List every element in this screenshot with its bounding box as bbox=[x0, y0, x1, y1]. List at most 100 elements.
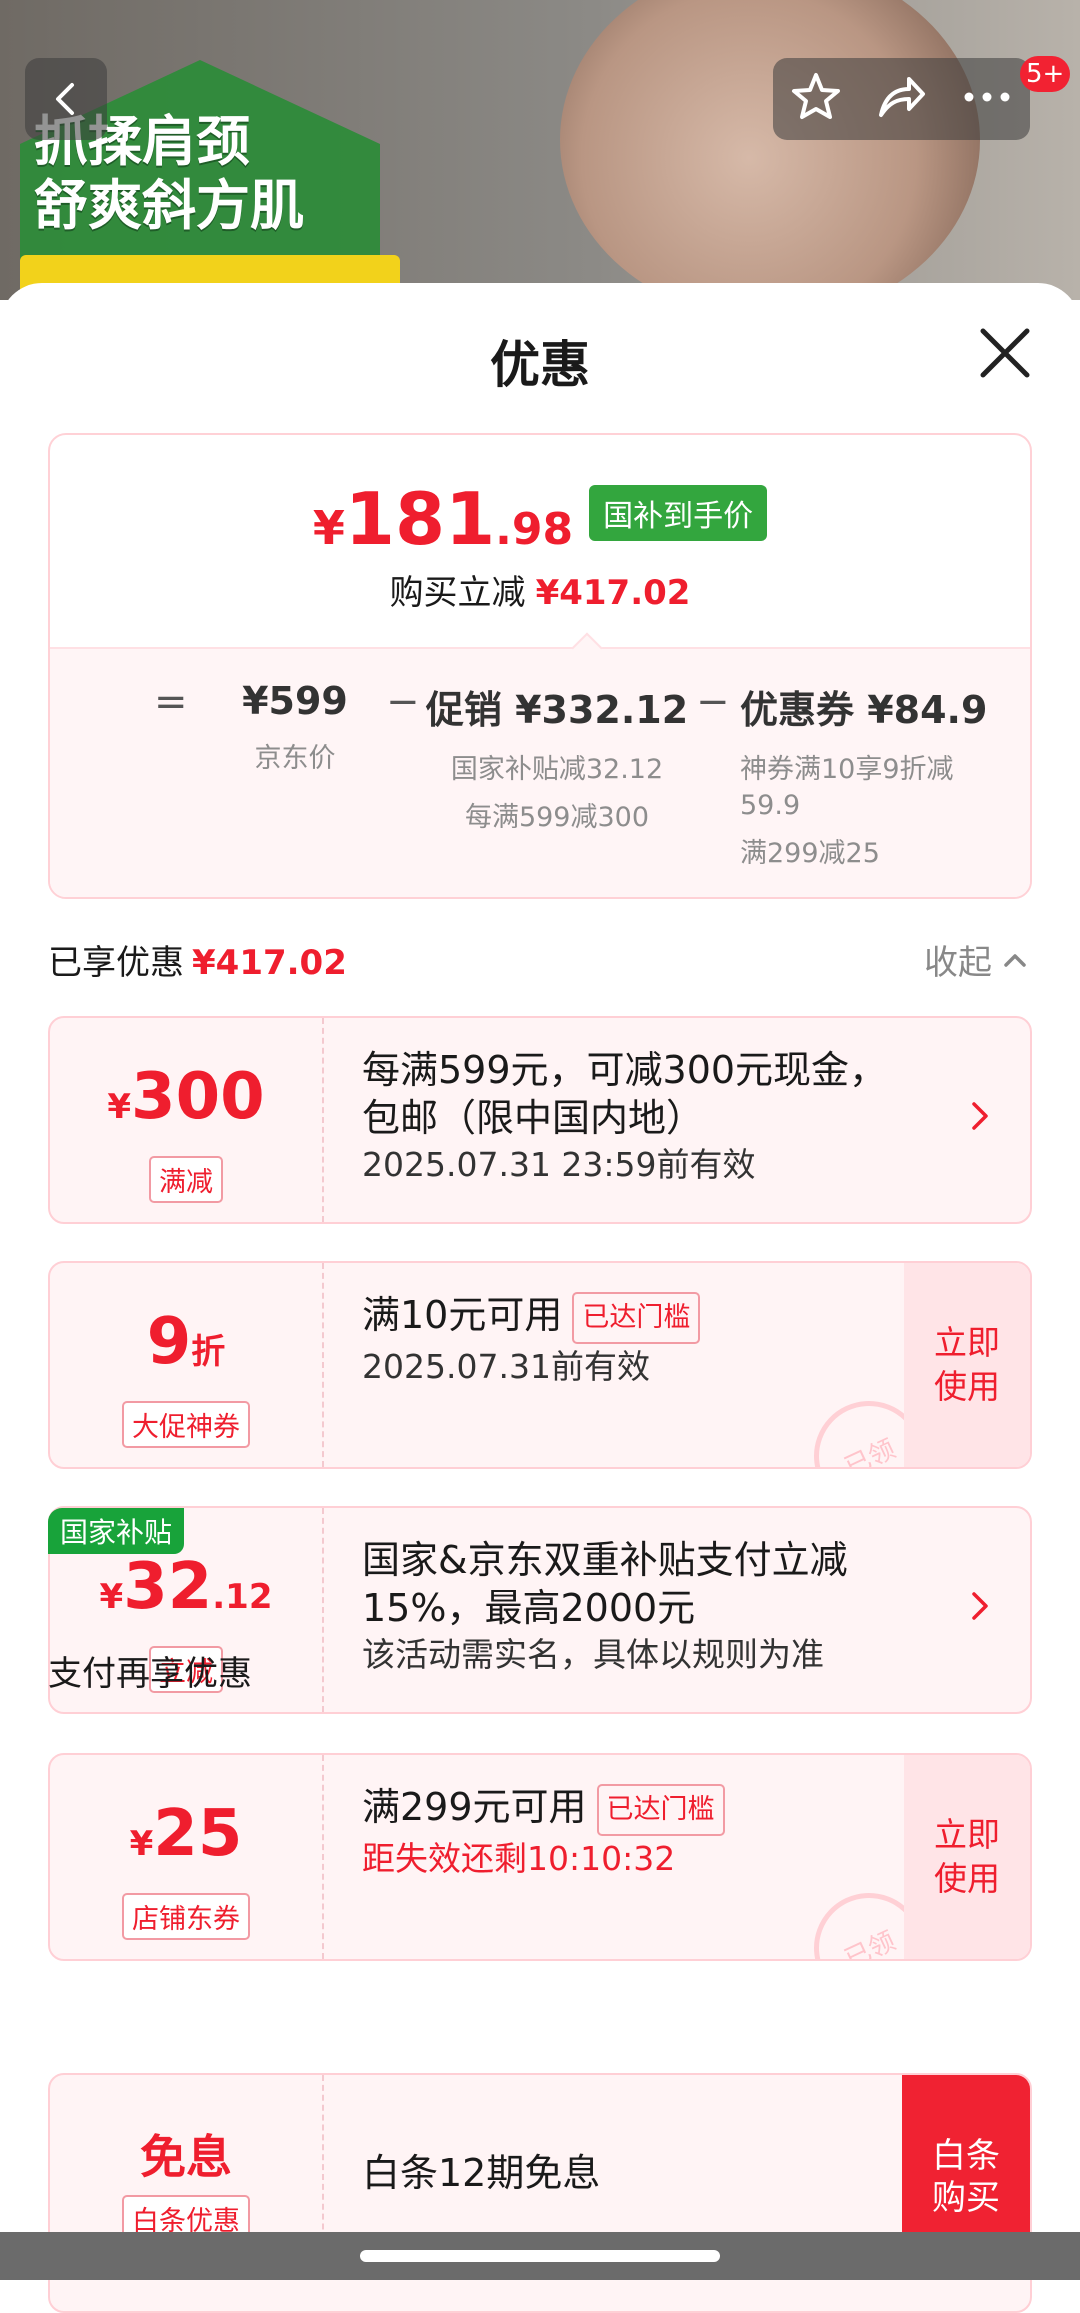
coupon-condition-text: 满10元可用 bbox=[362, 1293, 563, 1337]
home-indicator[interactable] bbox=[360, 2250, 720, 2262]
payment-offers-title: 支付再享优惠 bbox=[48, 1654, 252, 1694]
subsidy-price-tag: 国补到手价 bbox=[589, 485, 768, 541]
share-icon bbox=[879, 77, 926, 117]
total-savings-label: 购买立减 bbox=[389, 573, 526, 613]
more-dots-icon bbox=[964, 92, 1010, 102]
promo-sub-subsidy: 国家补贴减32.12 bbox=[450, 754, 664, 785]
coupon-amount: ¥32.12 bbox=[50, 1552, 322, 1638]
product-hero-image: 抓揉肩颈 舒爽斜方肌 bbox=[0, 0, 1080, 300]
coupon-amount: 优惠券 ¥84.9 bbox=[740, 688, 988, 732]
coupon-condition: 满10元可用 已达门槛 bbox=[362, 1291, 922, 1344]
enjoyed-amount: ¥417.02 bbox=[192, 943, 347, 983]
coupon-validity: 2025.07.31 23:59前有效 bbox=[362, 1145, 756, 1184]
promo-column: 促销 ¥332.12 国家补贴减32.12 每满599减300 bbox=[422, 679, 692, 836]
coupon-type-tag: 满减 bbox=[149, 1156, 223, 1203]
jd-price-column: ¥599 京东价 bbox=[200, 679, 390, 777]
final-price-currency: ¥ bbox=[312, 501, 345, 555]
baitiao-buy-label: 白条购买 bbox=[932, 2136, 1000, 2218]
coupon-description: 白条12期免息 bbox=[362, 2151, 601, 2195]
minus-sign-2: − bbox=[696, 679, 730, 725]
coupon-value: 25 bbox=[153, 1797, 243, 1871]
final-price: ¥181.98 bbox=[313, 477, 573, 561]
final-price-row: ¥181.98 国补到手价 bbox=[50, 477, 1030, 561]
coupon-value: 32 bbox=[123, 1550, 213, 1624]
discount-sheet: 优惠 ¥181.98 国补到手价 购买立减 ¥417.02 = ¥599 京东价 … bbox=[0, 283, 1080, 2313]
coupon-value: 9 bbox=[146, 1305, 192, 1379]
price-breakdown: = ¥599 京东价 − 促销 ¥332.12 国家补贴减32.12 每满599… bbox=[50, 647, 1030, 897]
coupon-divider bbox=[322, 1755, 324, 1959]
coupon-super-voucher: 9折 大促神券 满10元可用 已达门槛 2025.07.31前有效 已领 立即使用 bbox=[48, 1261, 1032, 1469]
coupon-value: 300 bbox=[131, 1060, 265, 1134]
promo-amount: 促销 ¥332.12 bbox=[425, 688, 689, 732]
use-now-label: 立即使用 bbox=[934, 1815, 1000, 1898]
threshold-met-tag: 已达门槛 bbox=[596, 1783, 725, 1836]
favorite-button[interactable] bbox=[788, 69, 844, 129]
coupon-description: 国家&京东双重补贴支付立减15%，最高2000元 bbox=[362, 1538, 848, 1630]
star-icon bbox=[791, 73, 840, 119]
equals-sign: = bbox=[154, 679, 188, 725]
total-savings-amount: ¥417.02 bbox=[535, 573, 691, 613]
use-now-label: 立即使用 bbox=[934, 1323, 1000, 1406]
coupon-currency: ¥ bbox=[107, 1087, 132, 1127]
coupon-currency: ¥ bbox=[129, 1824, 154, 1864]
jd-price-label: 京东价 bbox=[254, 743, 336, 774]
coupon-body: 国家&京东双重补贴支付立减15%，最高2000元 该活动需实名，具体以规则为准 bbox=[362, 1536, 922, 1678]
coupon-amount: 9折 bbox=[50, 1307, 322, 1393]
coupon-full-reduction[interactable]: ¥300 满减 每满599元，可减300元现金，包邮（限中国内地） 2025.0… bbox=[48, 1016, 1032, 1224]
coupon-value-area: ¥300 满减 bbox=[50, 1018, 322, 1222]
coupon-store: ¥25 店铺东券 满299元可用 已达门槛 距失效还剩10:10:32 已领 立即… bbox=[48, 1753, 1032, 1961]
close-button[interactable] bbox=[975, 323, 1035, 383]
coupon-amount: ¥300 bbox=[50, 1062, 322, 1148]
coupon-sub-super: 神券满10享9折减59.9 bbox=[740, 754, 954, 821]
coupon-sub-store: 满299减25 bbox=[740, 838, 880, 869]
coupon-note: 该活动需实名，具体以规则为准 bbox=[362, 1635, 824, 1674]
coupon-description: 每满599元，可减300元现金，包邮（限中国内地） bbox=[362, 1048, 888, 1140]
collapse-label: 收起 bbox=[924, 943, 992, 983]
coupon-type-tag: 店铺东券 bbox=[122, 1893, 250, 1940]
coupon-divider bbox=[322, 1508, 324, 1712]
coupon-divider bbox=[322, 1263, 324, 1467]
coupon-body: 白条12期免息 bbox=[362, 2149, 922, 2197]
coupon-validity: 2025.07.31前有效 bbox=[362, 1346, 650, 1386]
chevron-right-icon bbox=[972, 1592, 988, 1620]
coupon-type-tag: 大促神券 bbox=[122, 1401, 250, 1448]
use-now-button[interactable]: 立即使用 bbox=[904, 1263, 1030, 1467]
enjoyed-discounts-header: 已享优惠 ¥417.02 bbox=[48, 935, 347, 984]
coupon-unit: 折 bbox=[191, 1332, 226, 1372]
gov-subsidy-tag: 国家补贴 bbox=[48, 1508, 185, 1554]
coupon-body: 满10元可用 已达门槛 2025.07.31前有效 bbox=[362, 1291, 922, 1390]
chevron-up-icon bbox=[1004, 953, 1026, 967]
collapse-button[interactable]: 收起 bbox=[924, 935, 1032, 984]
coupon-amount: 免息 bbox=[140, 2130, 232, 2184]
minus-sign-1: − bbox=[386, 679, 420, 725]
back-button[interactable] bbox=[25, 58, 107, 140]
coupon-divider bbox=[322, 1018, 324, 1222]
coupon-value-area: ¥25 店铺东券 bbox=[50, 1755, 322, 1959]
message-count-badge: 5+ bbox=[1020, 56, 1071, 92]
hero-model-photo bbox=[560, 0, 980, 300]
promo-sub-full-reduction: 每满599减300 bbox=[464, 802, 650, 833]
enjoyed-label: 已享优惠 bbox=[48, 943, 184, 983]
jd-price: ¥599 bbox=[242, 679, 348, 723]
sheet-title: 优惠 bbox=[490, 336, 590, 394]
coupon-amount: ¥25 bbox=[50, 1799, 322, 1885]
coupon-countdown: 距失效还剩10:10:32 bbox=[362, 1838, 676, 1878]
top-action-bar bbox=[773, 58, 1030, 140]
final-price-integer: 181 bbox=[344, 477, 496, 561]
price-summary-card: ¥181.98 国补到手价 购买立减 ¥417.02 = ¥599 京东价 − 促… bbox=[48, 433, 1032, 899]
coupon-body: 每满599元，可减300元现金，包邮（限中国内地） 2025.07.31 23:… bbox=[362, 1046, 922, 1188]
close-icon bbox=[980, 328, 1030, 378]
coupon-column: 优惠券 ¥84.9 神券满10享9折减59.9 满299减25 bbox=[740, 679, 988, 872]
chevron-right-icon bbox=[972, 1102, 988, 1130]
hero-slogan-line2: 舒爽斜方肌 bbox=[34, 174, 304, 237]
coupon-body: 满299元可用 已达门槛 距失效还剩10:10:32 bbox=[362, 1783, 922, 1882]
threshold-met-tag: 已达门槛 bbox=[572, 1291, 701, 1344]
more-button[interactable] bbox=[959, 69, 1015, 129]
coupon-value-area: 9折 大促神券 bbox=[50, 1263, 322, 1467]
chevron-left-icon bbox=[56, 83, 74, 115]
use-now-button[interactable]: 立即使用 bbox=[904, 1755, 1030, 1959]
share-button[interactable] bbox=[873, 69, 929, 129]
coupon-decimal: .12 bbox=[212, 1577, 273, 1617]
total-savings-line: 购买立减 ¥417.02 bbox=[50, 565, 1030, 614]
coupon-condition: 满299元可用 已达门槛 bbox=[362, 1783, 922, 1836]
